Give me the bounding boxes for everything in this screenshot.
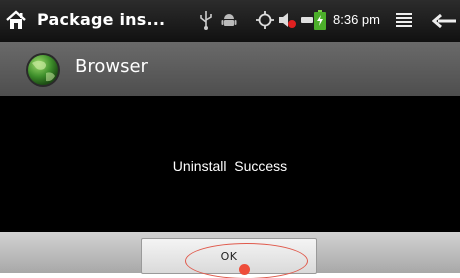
device-screen: Package ins... 8:36 pm Browser Uninstall…	[0, 0, 460, 273]
gps-icon	[256, 11, 274, 29]
dialog-title: Browser	[75, 56, 148, 77]
signal-bar-icon	[301, 17, 313, 23]
back-icon[interactable]	[432, 12, 458, 30]
globe-icon	[26, 53, 60, 87]
ok-button-label: OK	[220, 249, 238, 263]
battery-charging-icon	[314, 10, 326, 30]
status-bar-time: 8:36 pm	[333, 12, 380, 27]
status-bar: Package ins... 8:36 pm	[0, 0, 460, 42]
dialog-title-bar	[0, 42, 460, 96]
android-debug-icon	[221, 14, 237, 26]
ok-button[interactable]: OK	[141, 238, 317, 274]
volume-muted-icon	[279, 13, 296, 28]
usb-icon	[200, 11, 212, 30]
menu-icon[interactable]	[396, 12, 412, 28]
status-bar-title: Package ins...	[37, 10, 166, 29]
dialog-message: Uninstall Success	[172, 158, 288, 174]
home-icon[interactable]	[5, 9, 27, 31]
